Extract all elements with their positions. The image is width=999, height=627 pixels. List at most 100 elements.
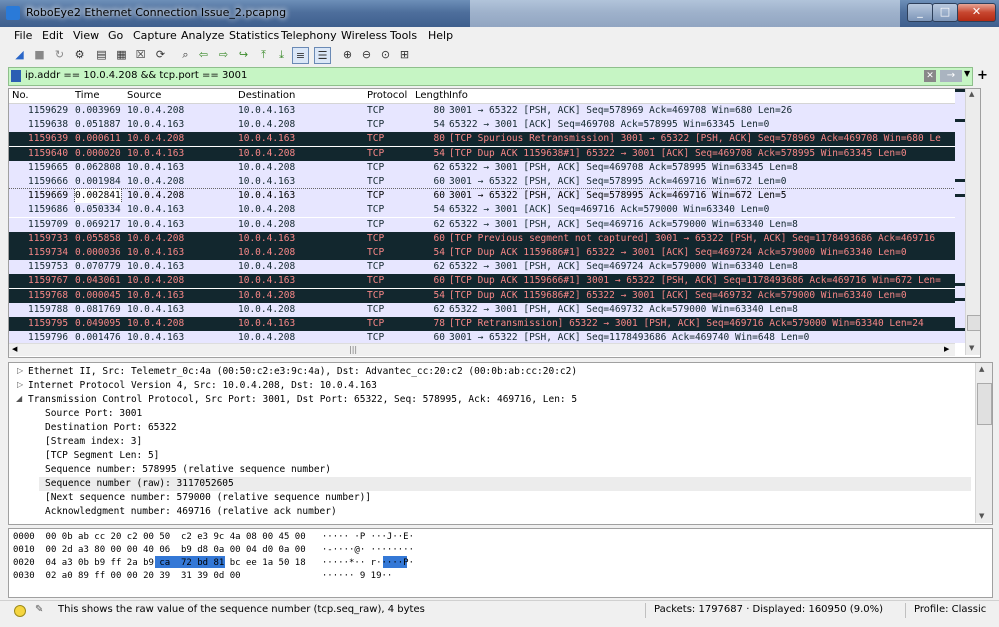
go-to-icon[interactable]: ↪ xyxy=(236,47,251,62)
profile-indicator[interactable]: Profile: Classic xyxy=(914,604,986,615)
cell-protocol: TCP xyxy=(367,275,385,287)
expert-info-icon[interactable] xyxy=(14,605,26,617)
zoom-normal-icon[interactable]: ⊙ xyxy=(378,47,393,62)
autoscroll-icon[interactable]: ≡ xyxy=(292,47,309,64)
packet-row[interactable]: 1159733 0.055858 10.0.4.208 10.0.4.163 TCP 60… xyxy=(9,231,955,246)
cell-protocol: TCP xyxy=(367,303,385,315)
detail-field[interactable]: Sequence number: 578995 (relative sequen… xyxy=(45,463,331,477)
packet-minimap[interactable] xyxy=(955,89,965,343)
display-filter-input[interactable] xyxy=(25,68,905,83)
column-info[interactable]: Info xyxy=(449,90,468,101)
edit-comment-icon[interactable]: ✎ xyxy=(35,604,43,615)
packet-row[interactable]: 1159640 0.000020 10.0.4.163 10.0.4.208 TCP 54… xyxy=(9,146,955,161)
packet-row[interactable]: 1159638 0.051887 10.0.4.163 10.0.4.208 TCP 54… xyxy=(9,118,955,133)
menu-wireless[interactable]: Wireless xyxy=(341,29,387,42)
bytes-row[interactable]: 0030 02 a0 89 ff 00 00 20 39 31 39 0d 00… xyxy=(13,570,392,582)
packet-row[interactable]: 1159709 0.069217 10.0.4.163 10.0.4.208 TCP 62… xyxy=(9,217,955,232)
detail-field[interactable]: [TCP Segment Len: 5] xyxy=(45,449,159,463)
cell-time: 0.000611 xyxy=(75,133,121,145)
packet-row[interactable]: 1159767 0.043061 10.0.4.208 10.0.4.163 TCP 60… xyxy=(9,274,955,289)
packet-row[interactable]: 1159795 0.049095 10.0.4.208 10.0.4.163 TCP 78… xyxy=(9,317,955,331)
open-icon[interactable]: ▤ xyxy=(94,47,109,62)
zoom-out-icon[interactable]: ⊖ xyxy=(359,47,374,62)
close-button[interactable]: ✕ xyxy=(957,3,996,22)
cell-length: 60 xyxy=(433,176,445,187)
detail-field-selected[interactable]: Sequence number (raw): 3117052605 xyxy=(39,477,971,491)
detail-field[interactable]: [Stream index: 3] xyxy=(45,435,142,449)
menu-edit[interactable]: Edit xyxy=(42,29,63,42)
bytes-row[interactable]: 0010 00 2d a3 80 00 00 40 06 b9 d8 0a 00… xyxy=(13,544,414,556)
column-protocol[interactable]: Protocol xyxy=(367,90,407,101)
packet-row[interactable]: 1159768 0.000045 10.0.4.163 10.0.4.208 TCP 54… xyxy=(9,288,955,303)
menu-statistics[interactable]: Statistics xyxy=(229,29,279,42)
packet-row[interactable]: 1159686 0.050334 10.0.4.163 10.0.4.208 TCP 54… xyxy=(9,203,955,218)
column-destination[interactable]: Destination xyxy=(238,90,295,101)
packet-row[interactable]: 1159788 0.081769 10.0.4.163 10.0.4.208 TCP 62… xyxy=(9,302,955,317)
minimap-mark xyxy=(955,328,965,331)
packet-row[interactable]: 1159666 0.001984 10.0.4.208 10.0.4.163 TCP 60… xyxy=(9,175,955,189)
menu-file[interactable]: File xyxy=(14,29,32,42)
save-icon[interactable]: ▦ xyxy=(114,47,129,62)
cell-source: 10.0.4.208 xyxy=(127,176,185,187)
colorize-icon[interactable]: ☰ xyxy=(314,47,331,64)
column-source[interactable]: Source xyxy=(127,90,161,101)
minimize-button[interactable]: _ xyxy=(907,3,933,22)
cell-protocol: TCP xyxy=(367,218,385,230)
restart-icon[interactable]: ↻ xyxy=(52,47,67,62)
menu-go[interactable]: Go xyxy=(108,29,123,42)
find-icon[interactable]: ⌕ xyxy=(178,47,193,62)
add-filter-button[interactable]: + xyxy=(977,68,988,83)
packet-row[interactable]: 1159753 0.070779 10.0.4.163 10.0.4.208 TCP 62… xyxy=(9,260,955,275)
packet-row[interactable]: 1159629 0.003969 10.0.4.208 10.0.4.163 TCP 80… xyxy=(9,104,955,118)
last-icon[interactable]: ⤓ xyxy=(274,47,289,62)
forward-icon[interactable]: ⇨ xyxy=(216,47,231,62)
bytes-row[interactable]: 0000 00 0b ab cc 20 c2 00 50 c2 e3 9c 4a… xyxy=(13,531,414,543)
menu-telephony[interactable]: Telephony xyxy=(281,29,337,42)
reload-icon[interactable]: ⟳ xyxy=(153,47,168,62)
detail-field[interactable]: Source Port: 3001 xyxy=(45,407,142,421)
filter-dropdown-icon[interactable]: ▼ xyxy=(964,69,970,78)
options-icon[interactable]: ⚙ xyxy=(72,47,87,62)
detail-ethernet[interactable]: Ethernet II, Src: Telemetr_0c:4a (00:50:… xyxy=(28,365,577,379)
packet-row[interactable]: 1159639 0.000611 10.0.4.208 10.0.4.163 TCP 80… xyxy=(9,132,955,147)
detail-ip[interactable]: Internet Protocol Version 4, Src: 10.0.4… xyxy=(28,379,377,393)
apply-filter-button[interactable]: → xyxy=(940,70,962,82)
resize-columns-icon[interactable]: ⊞ xyxy=(397,47,412,62)
column-time[interactable]: Time xyxy=(75,90,99,101)
column-length[interactable]: Length xyxy=(415,90,450,101)
stop-icon[interactable]: ■ xyxy=(32,47,47,62)
expand-arrow-icon[interactable]: ▷ xyxy=(17,366,23,375)
menu-capture[interactable]: Capture xyxy=(133,29,177,42)
detail-field[interactable]: Acknowledgment number: 469716 (relative … xyxy=(45,505,337,519)
cell-no: 1159768 xyxy=(28,289,69,301)
expand-arrow-icon[interactable]: ▷ xyxy=(17,380,23,389)
packet-list-scrollbar[interactable]: ▲ ▼ xyxy=(965,89,980,355)
packet-row[interactable]: 1159734 0.000036 10.0.4.163 10.0.4.208 TCP 54… xyxy=(9,246,955,260)
shark-start-icon[interactable]: ◢ xyxy=(12,47,27,62)
packet-list-hscrollbar[interactable]: ◀ ||| ▶ xyxy=(9,343,955,356)
cell-time: 0.003969 xyxy=(75,105,121,116)
cell-protocol: TCP xyxy=(367,204,385,216)
zoom-in-icon[interactable]: ⊕ xyxy=(340,47,355,62)
cell-time: 0.069217 xyxy=(75,218,121,230)
close-file-icon[interactable]: ☒ xyxy=(133,47,148,62)
bytes-row[interactable]: 0020 04 a3 0b b9 ff 2a b9 ca 72 bd 81 bc… xyxy=(13,557,414,569)
menu-analyze[interactable]: Analyze xyxy=(181,29,224,42)
cell-time: 0.070779 xyxy=(75,261,121,273)
back-icon[interactable]: ⇦ xyxy=(196,47,211,62)
menu-tools[interactable]: Tools xyxy=(390,29,417,42)
details-scrollbar[interactable]: ▲ ▼ xyxy=(975,363,992,523)
detail-field[interactable]: [Next sequence number: 579000 (relative … xyxy=(45,491,371,505)
menu-help[interactable]: Help xyxy=(428,29,453,42)
maximize-button[interactable]: □ xyxy=(932,3,958,22)
detail-field[interactable]: Destination Port: 65322 xyxy=(45,421,177,435)
column-no[interactable]: No. xyxy=(12,90,29,101)
bookmark-icon[interactable] xyxy=(11,70,21,82)
detail-tcp[interactable]: Transmission Control Protocol, Src Port:… xyxy=(28,393,577,407)
packet-row[interactable]: 1159669 0.002841 10.0.4.208 10.0.4.163 TCP 60… xyxy=(9,188,956,205)
menu-view[interactable]: View xyxy=(73,29,99,42)
clear-filter-icon[interactable]: ✕ xyxy=(924,70,936,82)
packet-row[interactable]: 1159665 0.062808 10.0.4.163 10.0.4.208 TCP 62… xyxy=(9,160,955,175)
collapse-arrow-icon[interactable]: ◢ xyxy=(16,394,22,403)
first-icon[interactable]: ⤒ xyxy=(256,47,271,62)
